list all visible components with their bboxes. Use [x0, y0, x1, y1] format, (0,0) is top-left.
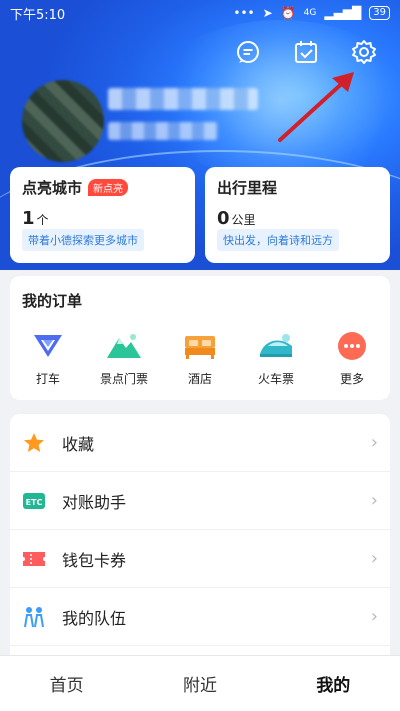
username-redacted [108, 88, 258, 110]
order-scenic-ticket[interactable]: 景点门票 [94, 330, 154, 387]
taxi-icon [30, 330, 66, 362]
order-taxi-label: 打车 [35, 372, 60, 386]
bottom-tab-bar: 首页 附近 我的 [0, 655, 400, 711]
chevron-right-icon: › [370, 548, 378, 569]
tab-nearby[interactable]: 附近 [133, 656, 266, 711]
lit-cities-count: 1 [22, 208, 35, 229]
lit-cities-card[interactable]: 点亮城市 新点亮 1个 带着小德探索更多城市 [10, 167, 195, 263]
tab-mine[interactable]: 我的 [267, 656, 400, 711]
order-hotel-label: 酒店 [187, 372, 212, 386]
menu-reconciliation-label: 对账助手 [62, 492, 127, 512]
more-dots-icon: ••• [233, 6, 255, 20]
alarm-icon: ⏰ [280, 6, 296, 20]
menu-favorites-label: 收藏 [62, 434, 95, 454]
mileage-unit: 公里 [231, 213, 256, 227]
order-more[interactable]: 更多 [322, 330, 382, 387]
menu-item-favorites[interactable]: 收藏 › [10, 414, 390, 472]
menu-item-my-team[interactable]: 我的队伍 › [10, 588, 390, 646]
hotel-bed-icon [182, 330, 218, 362]
lit-cities-title: 点亮城市 [22, 179, 83, 197]
menu-item-wallet[interactable]: 钱包卡券 › [10, 530, 390, 588]
user-info-redacted [108, 122, 218, 140]
order-more-label: 更多 [339, 372, 364, 386]
message-icon[interactable] [234, 38, 262, 66]
annotation-arrow [278, 72, 354, 142]
etc-icon: ETC [22, 489, 46, 513]
checkin-calendar-icon[interactable] [292, 38, 320, 66]
chevron-right-icon: › [370, 606, 378, 627]
mileage-tip: 快出发，向着诗和远方 [217, 229, 339, 251]
mountain-ticket-icon [106, 330, 142, 362]
network-label: 4G [303, 8, 317, 18]
signal-icon: ▂▄▆█ [324, 6, 362, 20]
status-time: 下午5:10 [10, 7, 66, 23]
order-taxi[interactable]: 打车 [18, 330, 78, 387]
my-orders-title: 我的订单 [22, 292, 83, 310]
lit-cities-unit: 个 [36, 213, 49, 227]
mileage-title: 出行里程 [217, 179, 278, 197]
mileage-value: 0 [217, 208, 230, 229]
menu-item-reconciliation[interactable]: ETC 对账助手 › [10, 472, 390, 530]
order-hotel[interactable]: 酒店 [170, 330, 230, 387]
settings-gear-icon[interactable] [350, 38, 378, 66]
location-icon: ➤ [262, 6, 273, 20]
chevron-right-icon: › [370, 490, 378, 511]
svg-text:ETC: ETC [26, 498, 43, 507]
ticket-icon [22, 547, 46, 571]
menu-wallet-label: 钱包卡券 [62, 550, 127, 570]
status-bar: 下午5:10 ••• ➤ ⏰ 4G ▂▄▆█ 39 [0, 0, 400, 26]
profile-menu-list: 收藏 › ETC 对账助手 › 钱包卡券 › 我的队伍 › [10, 414, 390, 674]
star-icon [22, 431, 46, 455]
chevron-right-icon: › [370, 432, 378, 453]
travel-mileage-card[interactable]: 出行里程 0 公里 快出发，向着诗和远方 [205, 167, 390, 263]
team-icon [22, 605, 46, 629]
order-train-label: 火车票 [257, 372, 294, 386]
order-train[interactable]: 火车票 [246, 330, 306, 387]
battery-indicator: 39 [369, 6, 390, 20]
my-orders-card: 我的订单 打车 景点门票 酒店 火车票 更多 [10, 276, 390, 400]
avatar[interactable] [22, 80, 104, 162]
order-scenic-ticket-label: 景点门票 [99, 372, 148, 386]
menu-team-label: 我的队伍 [62, 608, 127, 628]
train-icon [258, 330, 294, 362]
new-lit-badge: 新点亮 [88, 179, 129, 196]
tab-home[interactable]: 首页 [0, 656, 133, 711]
more-icon [334, 330, 370, 362]
lit-cities-tip: 带着小德探索更多城市 [22, 229, 144, 251]
